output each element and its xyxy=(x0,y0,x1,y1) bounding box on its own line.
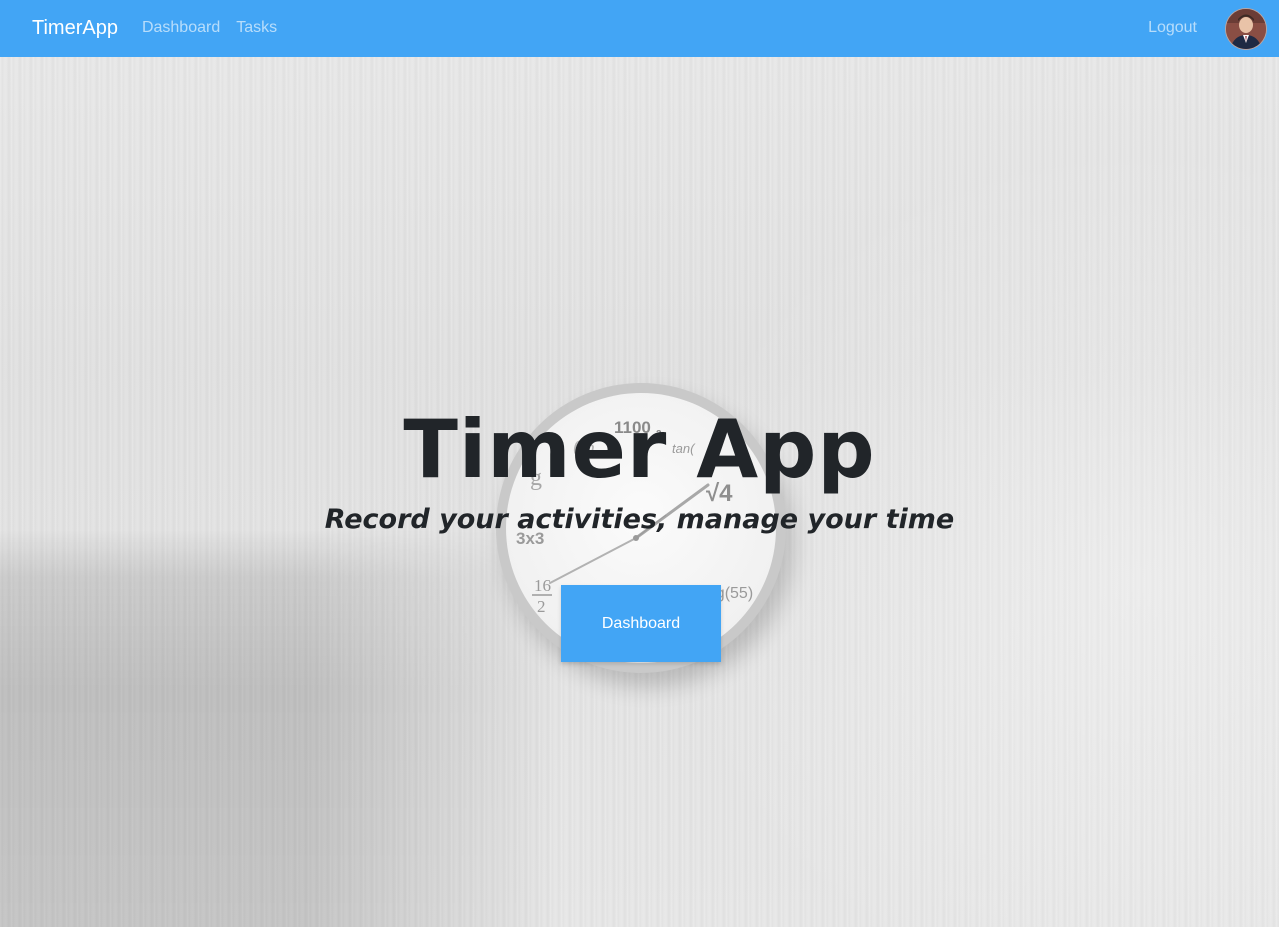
dashboard-button[interactable]: Dashboard xyxy=(561,585,721,662)
avatar-icon xyxy=(1226,8,1266,49)
background-shadow xyxy=(0,530,560,927)
clock-label-frac-top: 16 xyxy=(534,576,551,595)
hero-title: Timer App xyxy=(403,403,876,496)
logout-link[interactable]: Logout xyxy=(1148,19,1197,37)
clock-minute-hand xyxy=(549,537,637,584)
user-avatar[interactable] xyxy=(1225,7,1267,50)
page: 1100 2 0h tan( √4 g 3x3 16 2 Log(55) Tim… xyxy=(0,0,1279,927)
hero-subtitle: Record your activities, manage your time xyxy=(324,504,955,535)
clock-label-frac-bottom: 2 xyxy=(537,597,546,616)
nav-link-dashboard[interactable]: Dashboard xyxy=(142,19,220,37)
top-navbar: TimerApp Dashboard Tasks Logout xyxy=(0,0,1279,57)
brand-link[interactable]: TimerApp xyxy=(32,17,118,40)
nav-link-tasks[interactable]: Tasks xyxy=(236,19,277,37)
